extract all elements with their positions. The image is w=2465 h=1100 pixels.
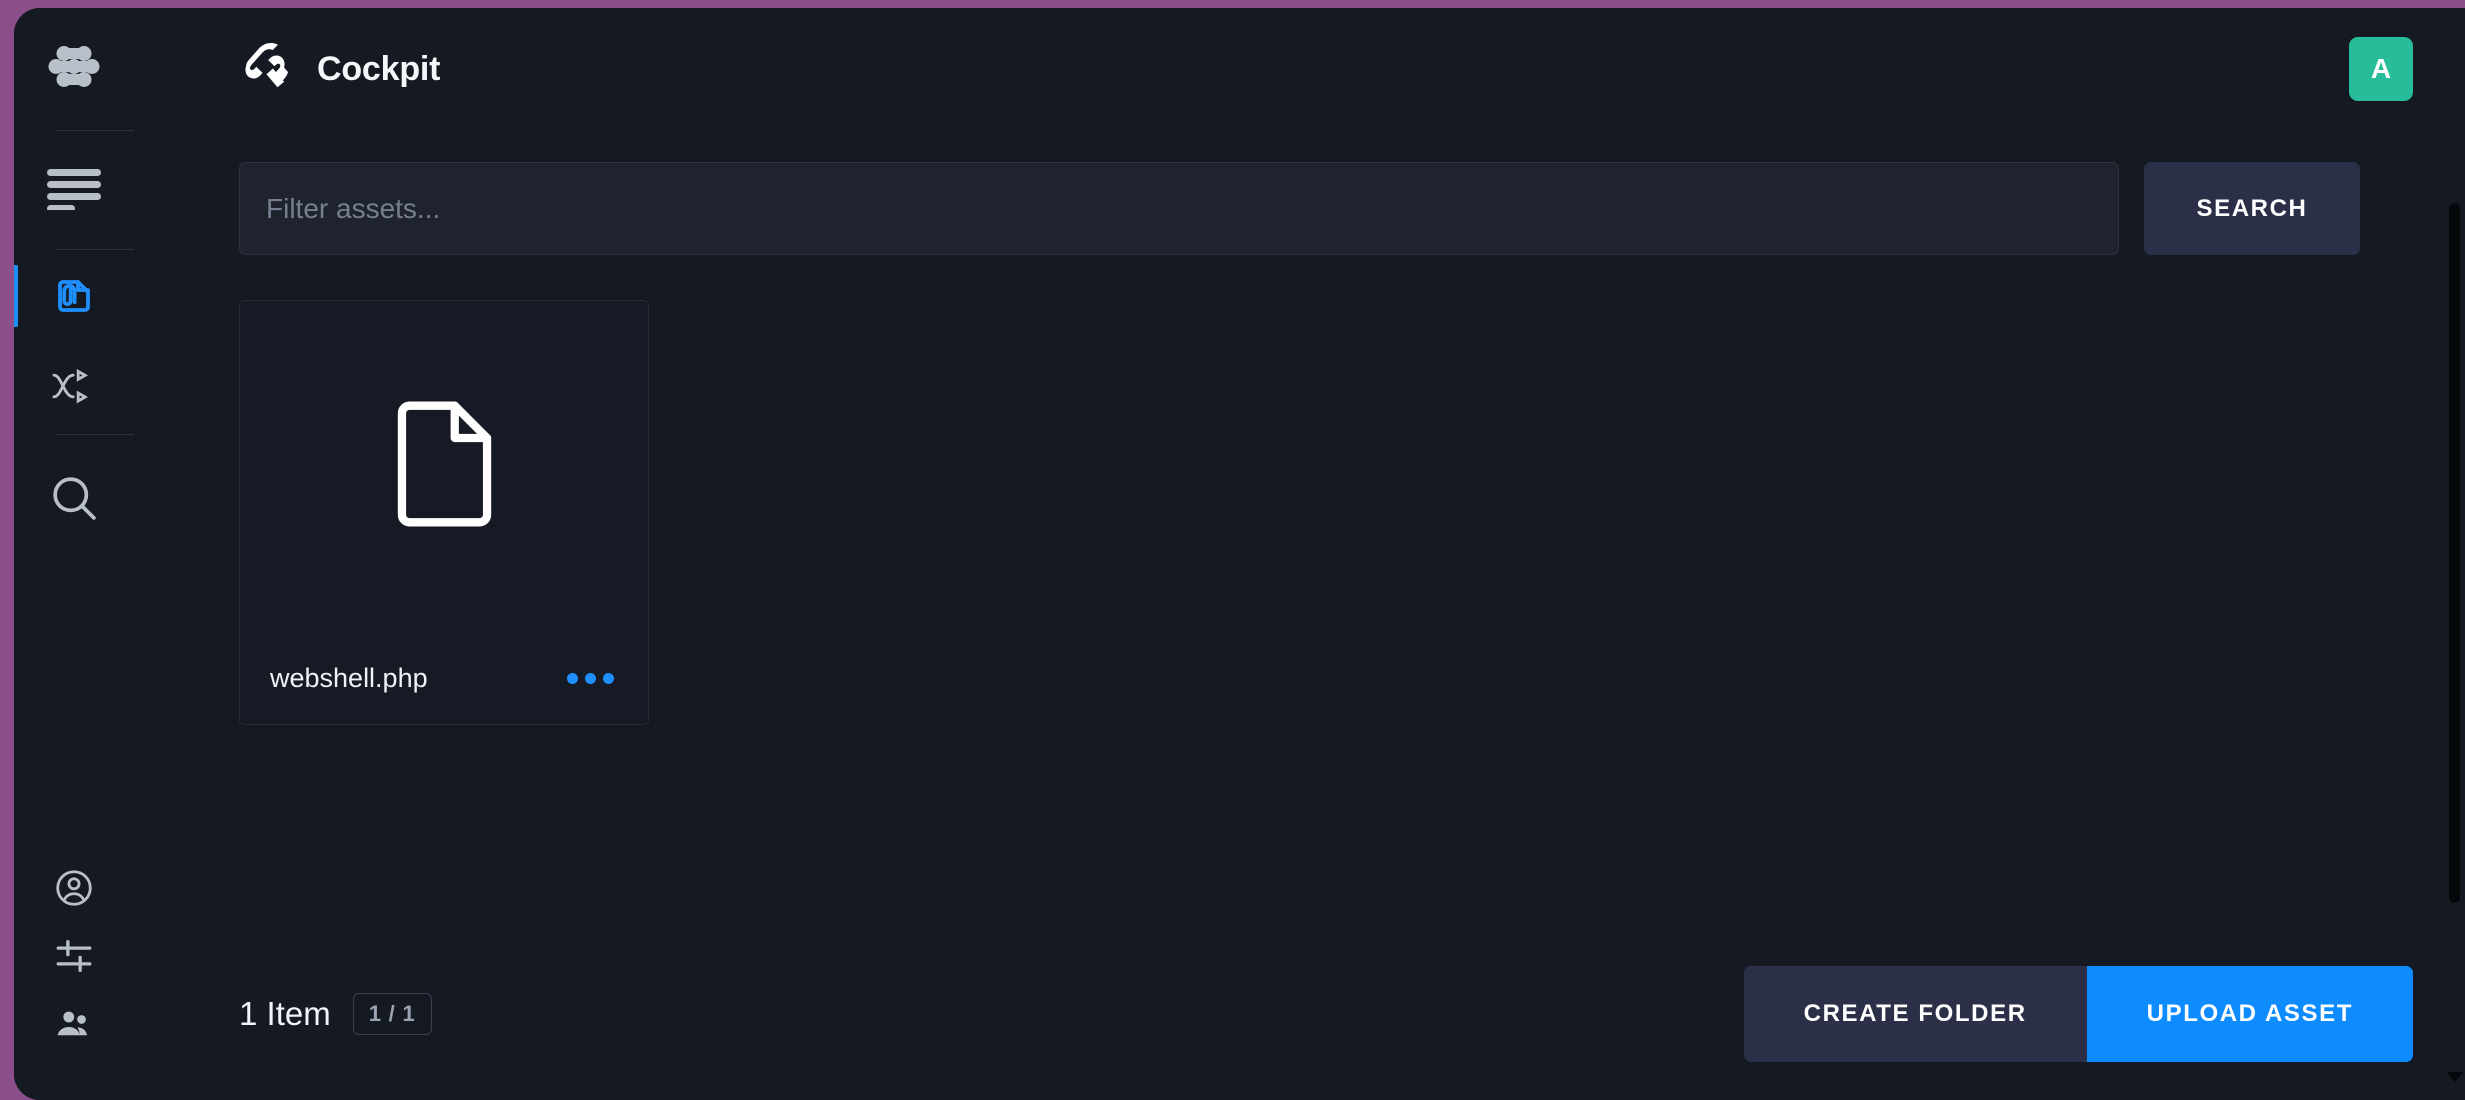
scrollbar-down-arrow-icon[interactable] <box>2447 1072 2463 1082</box>
sidebar-menu-group <box>14 131 134 249</box>
sliders-settings-icon <box>53 935 95 982</box>
search-row: SEARCH <box>239 162 2360 255</box>
avatar-initial: A <box>2370 53 2392 84</box>
topbar: Cockpit A <box>134 8 2465 130</box>
sidebar <box>14 8 134 1100</box>
create-folder-button[interactable]: CREATE FOLDER <box>1743 966 2087 1062</box>
item-count-label: 1 Item <box>239 995 331 1032</box>
sidebar-nav-group <box>14 250 134 434</box>
file-document-icon <box>393 399 496 534</box>
sidebar-brand-logo[interactable] <box>14 8 134 130</box>
more-options-dots-icon[interactable] <box>563 663 618 694</box>
asset-card[interactable]: webshell.php <box>239 300 649 725</box>
sidebar-item-users[interactable] <box>14 992 134 1060</box>
page-badge: 1 / 1 <box>352 993 432 1035</box>
account-circle-icon <box>53 867 95 914</box>
cockpit-logo-icon <box>239 41 291 98</box>
avatar[interactable]: A <box>2349 37 2413 101</box>
main-area: Cockpit A SEARCH <box>134 8 2465 1100</box>
asset-footer: webshell.php <box>240 632 648 724</box>
footer-actions: CREATE FOLDER UPLOAD ASSET <box>1743 966 2413 1062</box>
scrollbar-thumb[interactable] <box>2449 203 2460 903</box>
asset-name: webshell.php <box>270 662 428 693</box>
sidebar-item-assets[interactable] <box>14 250 134 342</box>
footer-bar: 1 Item 1 / 1 CREATE FOLDER UPLOAD ASSET <box>239 966 2413 1062</box>
asset-thumbnail <box>240 301 648 632</box>
upload-asset-button[interactable]: UPLOAD ASSET <box>2086 966 2413 1062</box>
page-title: Cockpit <box>317 49 441 88</box>
sidebar-bottom-group <box>14 856 134 1100</box>
shuffle-arrows-icon <box>50 366 98 411</box>
search-button[interactable]: SEARCH <box>2144 162 2360 255</box>
sidebar-item-account[interactable] <box>14 856 134 924</box>
magnifier-search-icon <box>48 472 100 529</box>
people-users-icon <box>53 1003 95 1050</box>
sidebar-search-group <box>14 435 134 565</box>
sidebar-item-menu[interactable] <box>14 131 134 249</box>
content-area: SEARCH webshell.php <box>134 130 2465 1100</box>
sidebar-item-search[interactable] <box>14 435 134 565</box>
document-paperclip-icon <box>50 270 98 323</box>
asset-grid: webshell.php <box>239 300 2360 725</box>
sidebar-item-workflows[interactable] <box>14 342 134 434</box>
cockpit-nodes-logo-icon <box>47 40 101 99</box>
item-count-group: 1 Item 1 / 1 <box>239 993 432 1035</box>
hamburger-menu-icon <box>47 166 101 215</box>
vertical-scrollbar[interactable] <box>2443 8 2465 1100</box>
brand: Cockpit <box>239 41 440 98</box>
search-input[interactable] <box>239 162 2119 255</box>
app-window: Cockpit A SEARCH <box>14 8 2465 1100</box>
sidebar-item-settings[interactable] <box>14 924 134 992</box>
